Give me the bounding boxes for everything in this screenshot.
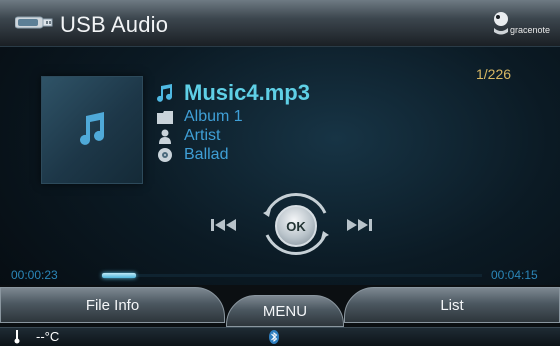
genre-disc-icon: [156, 146, 174, 164]
status-bar: [0, 327, 560, 346]
total-time: 00:04:15: [491, 268, 538, 282]
ok-button[interactable]: OK: [275, 205, 317, 247]
file-info-button[interactable]: File Info: [0, 287, 225, 323]
album-name: Album 1: [184, 108, 243, 125]
artist-name: Artist: [184, 127, 221, 144]
song-title: Music4.mp3: [184, 80, 310, 105]
gracenote-brand-text: gracenote: [510, 25, 551, 35]
song-row: Music4.mp3: [156, 80, 310, 106]
genre-name: Ballad: [184, 146, 229, 163]
header-bar: USB Audio gracenote: [0, 0, 560, 47]
genre-row: Ballad: [156, 146, 228, 164]
previous-track-icon: [211, 219, 236, 231]
next-track-button[interactable]: [344, 218, 372, 237]
page-title: USB Audio: [60, 12, 169, 37]
bluetooth-icon: [269, 330, 279, 344]
usb-drive-icon: [15, 16, 53, 29]
album-art: [41, 76, 143, 184]
thermometer-icon: [14, 330, 20, 344]
list-button[interactable]: List: [344, 287, 560, 323]
previous-track-button[interactable]: [211, 218, 239, 237]
music-note-icon: [156, 84, 174, 102]
usb-audio-screen: USB Audio gracenote 1/226 Music4.mp3 Alb…: [0, 0, 560, 346]
music-note-icon: [80, 112, 104, 145]
menu-button[interactable]: MENU: [226, 295, 344, 327]
folder-icon: [156, 108, 174, 126]
next-track-icon: [347, 219, 372, 231]
progress-fill: [102, 273, 137, 278]
track-counter: 1/226: [476, 66, 512, 82]
artist-row: Artist: [156, 127, 220, 145]
elapsed-time: 00:00:23: [11, 268, 58, 282]
temperature-readout: --°C: [36, 329, 60, 344]
gracenote-logo-icon: [494, 12, 508, 35]
album-row: Album 1: [156, 108, 243, 126]
progress-bar[interactable]: [102, 273, 482, 278]
person-icon: [156, 127, 174, 145]
